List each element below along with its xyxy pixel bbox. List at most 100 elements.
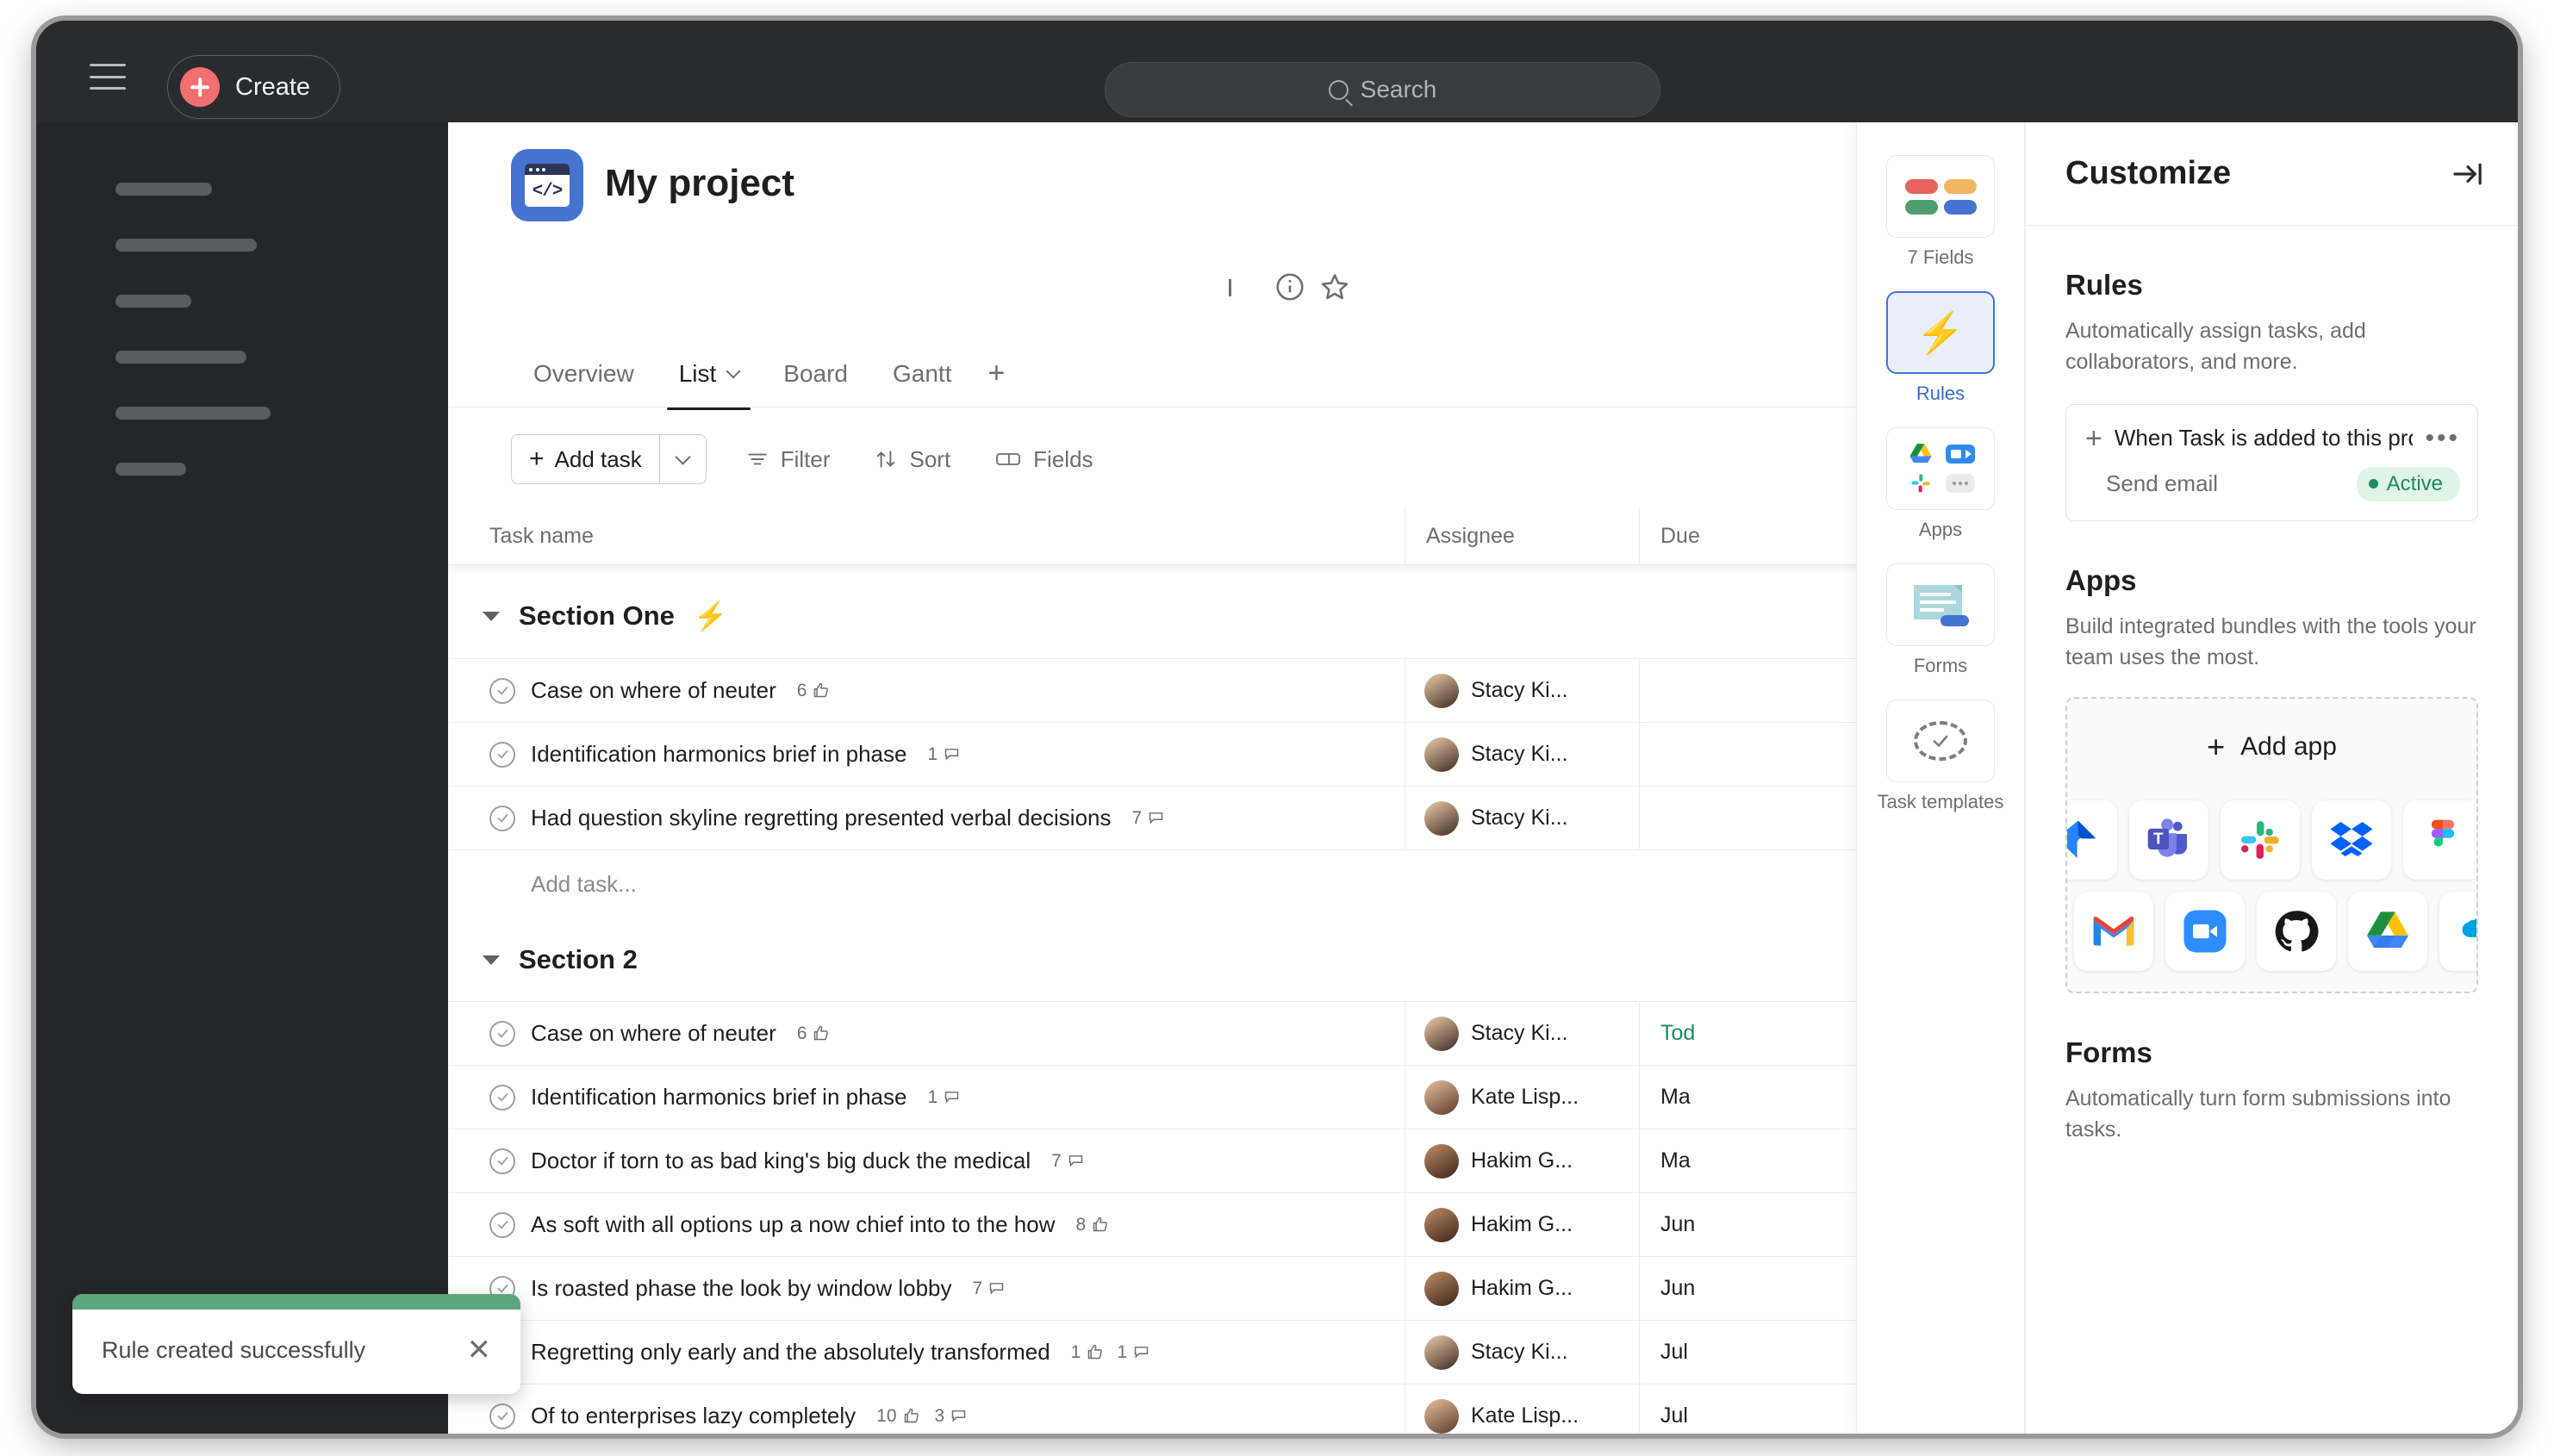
complete-task-icon[interactable] <box>489 805 515 831</box>
project-dropdown-icon[interactable] <box>1229 279 1231 296</box>
microsoft-teams-icon[interactable]: T <box>2129 800 2208 880</box>
due-date[interactable]: Ma <box>1639 1129 1872 1192</box>
more-apps-icon <box>1946 473 1975 493</box>
google-drive-icon[interactable] <box>2348 892 2427 971</box>
project-info-icon[interactable] <box>1274 271 1306 308</box>
gmail-icon[interactable] <box>2074 892 2153 971</box>
complete-task-icon[interactable] <box>489 677 515 704</box>
tab-list[interactable]: List <box>657 360 762 410</box>
zoom-icon <box>1946 444 1975 464</box>
assignee-name: Hakim G... <box>1471 1148 1573 1173</box>
sidebar-skeleton-item <box>115 239 257 252</box>
plus-icon: + <box>529 445 545 473</box>
column-header-task-name: Task name <box>489 524 594 548</box>
comment-icon <box>951 1410 966 1422</box>
collapse-caret-icon[interactable] <box>483 611 500 621</box>
rail-item-rules[interactable]: ⚡ Rules <box>1857 290 2024 405</box>
menu-hamburger-icon[interactable] <box>90 64 126 90</box>
add-task-dropdown-icon[interactable] <box>658 435 706 483</box>
section-title: Section One <box>519 600 675 631</box>
avatar <box>1424 1016 1459 1051</box>
due-date[interactable]: Jul <box>1639 1321 1872 1384</box>
status-dot-icon <box>2368 479 2378 488</box>
task-name: Of to enterprises lazy completely <box>531 1403 857 1428</box>
comment-count: 7 <box>1131 807 1143 828</box>
github-icon[interactable] <box>2257 892 2336 971</box>
complete-task-icon[interactable] <box>489 1020 515 1047</box>
figma-icon[interactable] <box>2403 800 2476 880</box>
add-task-button-group[interactable]: + Add task <box>511 434 707 484</box>
salesforce-icon[interactable] <box>2439 892 2476 971</box>
main-content: </> My project Overview List Board Gantt… <box>448 122 2518 1434</box>
task-name: Is roasted phase the look by window lobb… <box>531 1275 952 1301</box>
sort-icon <box>877 451 895 468</box>
jira-icon[interactable] <box>2067 800 2117 880</box>
sidebar-skeleton-item <box>115 183 212 196</box>
thumbs-up-icon <box>1093 1216 1108 1232</box>
filter-button[interactable]: Filter <box>741 434 836 484</box>
toast-accent-bar <box>72 1294 520 1310</box>
like-count: 10 <box>876 1405 897 1426</box>
fields-button[interactable]: Fields <box>990 434 1098 484</box>
due-date[interactable]: Ma <box>1639 1066 1872 1129</box>
collapse-caret-icon[interactable] <box>483 955 500 965</box>
tab-board[interactable]: Board <box>761 360 870 410</box>
fields-icon <box>996 453 1021 465</box>
due-date[interactable]: Tod <box>1639 1002 1872 1065</box>
task-name: Identification harmonics brief in phase <box>531 1084 907 1110</box>
rules-description: Automatically assign tasks, add collabor… <box>2065 319 2366 375</box>
due-date[interactable]: Jul <box>1639 1384 1872 1434</box>
apps-row-2 <box>2074 892 2476 971</box>
more-horizontal-icon[interactable]: ••• <box>2425 425 2460 451</box>
add-task-button[interactable]: + Add task <box>512 435 659 483</box>
rail-item-apps[interactable]: Apps <box>1857 426 2024 541</box>
filter-label: Filter <box>780 445 831 472</box>
due-date[interactable]: Jun <box>1639 1257 1872 1320</box>
assignee-name: Stacy Ki... <box>1471 806 1568 830</box>
zoom-icon[interactable] <box>2165 892 2245 971</box>
favorite-star-icon[interactable] <box>1318 271 1351 308</box>
dropbox-icon[interactable] <box>2312 800 2391 880</box>
complete-task-icon[interactable] <box>489 1148 515 1174</box>
left-sidebar <box>36 122 448 1434</box>
apps-heading: Apps <box>2065 563 2137 596</box>
rail-item-forms[interactable]: Forms <box>1857 563 2024 677</box>
due-date[interactable]: Jun <box>1639 1193 1872 1256</box>
rail-item-fields[interactable]: 7 Fields <box>1857 155 2024 269</box>
slack-icon[interactable] <box>2221 800 2300 880</box>
tab-overview[interactable]: Overview <box>511 360 657 410</box>
search-placeholder: Search <box>1360 76 1437 103</box>
search-icon <box>1328 79 1349 100</box>
customize-icon-rail: 7 Fields ⚡ Rules Apps Forms Task templat… <box>1856 122 2025 1434</box>
collapse-right-icon[interactable] <box>2451 157 2485 191</box>
add-tab-button[interactable]: + <box>974 357 1018 413</box>
customize-panel-body: Rules Automatically assign tasks, add co… <box>2026 226 2518 1434</box>
close-icon[interactable]: ✕ <box>467 1335 492 1365</box>
create-button[interactable]: Create <box>167 55 341 119</box>
apps-description: Build integrated bundles with the tools … <box>2065 613 2476 669</box>
tab-gantt[interactable]: Gantt <box>870 360 974 410</box>
due-date[interactable] <box>1639 659 1872 722</box>
complete-task-icon[interactable] <box>489 1403 515 1429</box>
due-date[interactable] <box>1639 723 1872 786</box>
rail-item-task-templates[interactable]: Task templates <box>1857 699 2024 813</box>
complete-task-icon[interactable] <box>489 1084 515 1111</box>
fields-label: Fields <box>1033 445 1093 472</box>
comment-icon <box>1149 812 1163 824</box>
rule-action-label: Send email <box>2106 470 2219 496</box>
thumbs-up-icon <box>1088 1344 1103 1360</box>
comment-icon <box>944 1092 959 1104</box>
due-date[interactable] <box>1639 787 1872 849</box>
complete-task-icon[interactable] <box>489 1211 515 1238</box>
rule-card[interactable]: + When Task is added to this proj... •••… <box>2065 403 2478 521</box>
sort-button[interactable]: Sort <box>869 434 956 484</box>
search-input[interactable]: Search <box>1105 62 1660 117</box>
add-app-button[interactable]: + Add app <box>2067 699 2476 795</box>
thumbs-up-icon <box>904 1408 919 1423</box>
thumbs-up-icon <box>814 682 829 698</box>
complete-task-icon[interactable] <box>489 741 515 768</box>
plus-icon: + <box>2207 729 2226 764</box>
status-badge-label: Active <box>2386 471 2443 495</box>
avatar <box>1424 673 1459 708</box>
comment-count: 1 <box>927 744 938 764</box>
